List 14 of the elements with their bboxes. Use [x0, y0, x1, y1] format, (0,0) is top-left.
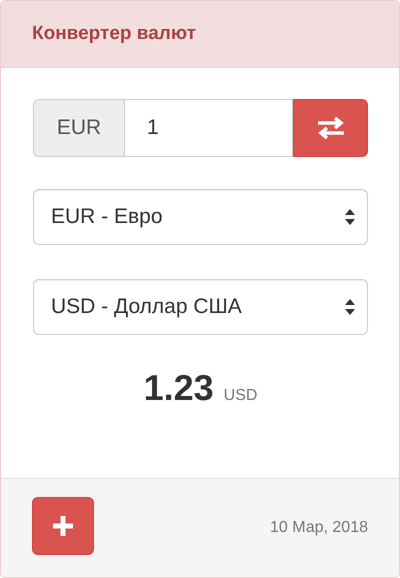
plus-icon: [52, 514, 74, 536]
currency-addon: EUR: [33, 99, 125, 157]
result-currency: USD: [224, 387, 258, 405]
up-down-caret-icon: [345, 297, 355, 317]
swap-button[interactable]: [293, 99, 368, 157]
date-label: 10 Мар, 2018: [270, 518, 368, 536]
amount-input[interactable]: 1: [125, 99, 293, 157]
add-button[interactable]: [32, 496, 94, 554]
select-field[interactable]: USD - Доллар США: [33, 279, 368, 335]
swap-arrows-icon: [316, 116, 346, 140]
panel-title: Конвертер валют: [32, 23, 196, 45]
result-amount: 1.23: [144, 367, 214, 409]
up-down-caret-icon: [345, 207, 355, 227]
select-field[interactable]: EUR - Евро: [33, 189, 368, 245]
